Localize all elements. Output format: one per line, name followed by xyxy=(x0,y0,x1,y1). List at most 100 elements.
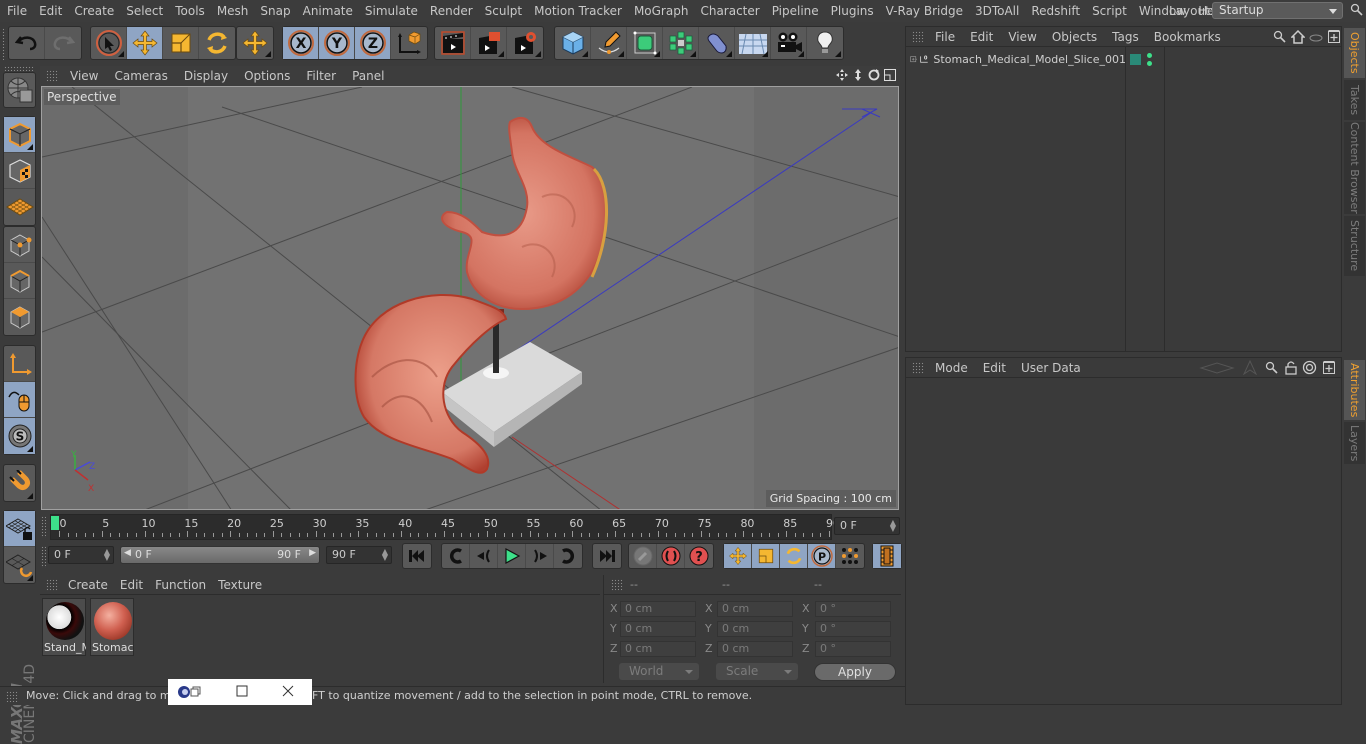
next-frame-button[interactable] xyxy=(526,544,554,568)
timeline-ruler[interactable]: 0 5 10 15 20 25 30 35 40 45 50 55 60 65 70 75 80 85 90 xyxy=(50,514,840,540)
coordinates-grip[interactable] xyxy=(611,579,623,591)
next-key-button[interactable] xyxy=(554,544,582,568)
polygons-mode-button[interactable] xyxy=(4,299,35,335)
viewport-menu-display[interactable]: Display xyxy=(176,69,236,83)
material-menu-edit[interactable]: Edit xyxy=(114,578,149,592)
light-button[interactable] xyxy=(807,27,843,59)
tweak-mode-button[interactable] xyxy=(4,382,35,418)
enable-axis-button[interactable] xyxy=(4,346,35,382)
transport-grip[interactable] xyxy=(41,546,46,568)
rotation-x-field[interactable]: 0 ° xyxy=(815,601,891,617)
z-axis-button[interactable]: Z xyxy=(355,27,391,59)
record-rotation-button[interactable] xyxy=(780,544,808,568)
material-stomach[interactable]: Stomach xyxy=(90,598,134,656)
record-position-button[interactable] xyxy=(724,544,752,568)
material-menu-texture[interactable]: Texture xyxy=(212,578,268,592)
record-help-button[interactable]: ? xyxy=(685,544,713,568)
playhead-marker[interactable] xyxy=(51,516,59,530)
menu-render[interactable]: Render xyxy=(423,4,478,18)
unlock-icon[interactable] xyxy=(1284,360,1298,375)
zoom-view-icon[interactable] xyxy=(851,68,865,82)
new-panel-icon[interactable] xyxy=(1327,29,1341,43)
object-menu-tags[interactable]: Tags xyxy=(1105,30,1147,44)
maximize-icon[interactable] xyxy=(236,685,248,697)
menu-sculpt[interactable]: Sculpt xyxy=(478,4,527,18)
menu-select[interactable]: Select xyxy=(119,4,168,18)
menu-3dtoall[interactable]: 3DToAll xyxy=(968,4,1024,18)
search-icon[interactable] xyxy=(1265,361,1279,375)
lock-workplane-button[interactable] xyxy=(4,511,35,547)
object-menu-grip[interactable] xyxy=(912,30,924,43)
menu-motion-tracker[interactable]: Motion Tracker xyxy=(527,4,627,18)
redo-button[interactable] xyxy=(45,27,81,59)
menu-tools[interactable]: Tools xyxy=(168,4,210,18)
viewport-menu-panel[interactable]: Panel xyxy=(344,69,392,83)
edges-mode-button[interactable] xyxy=(4,263,35,299)
x-axis-button[interactable]: X xyxy=(283,27,319,59)
menu-mograph[interactable]: MoGraph xyxy=(627,4,694,18)
texture-mode-button[interactable] xyxy=(4,153,35,189)
menu-edit[interactable]: Edit xyxy=(32,4,67,18)
live-selection-button[interactable] xyxy=(91,27,127,59)
tab-attributes[interactable]: Attributes xyxy=(1344,360,1365,420)
3d-viewport[interactable]: Y Z X Perspective Grid Spacing : 100 cm xyxy=(41,86,899,510)
object-name[interactable]: Stomach_Medical_Model_Slice_001 xyxy=(933,53,1126,66)
object-menu-edit[interactable]: Edit xyxy=(963,30,1001,44)
apply-button[interactable]: Apply xyxy=(814,663,896,681)
timeline-window-button[interactable] xyxy=(873,544,901,568)
viewport-menu-grip[interactable] xyxy=(46,70,58,82)
viewport-menu-view[interactable]: View xyxy=(62,69,106,83)
make-editable-button[interactable] xyxy=(4,73,35,107)
deformer-button[interactable] xyxy=(699,27,735,59)
coordinate-type-dropdown[interactable]: Scale xyxy=(716,663,798,680)
subdivision-button[interactable] xyxy=(627,27,663,59)
menu-plugins[interactable]: Plugins xyxy=(824,4,879,18)
layer-color-swatch[interactable] xyxy=(1130,54,1141,65)
tab-layers[interactable]: Layers xyxy=(1344,422,1365,464)
viewport-menu-filter[interactable]: Filter xyxy=(298,69,344,83)
up-arrow-icon[interactable] xyxy=(1243,360,1257,375)
object-menu-file[interactable]: File xyxy=(928,30,963,44)
object-menu-objects[interactable]: Objects xyxy=(1045,30,1105,44)
align-workplane-button[interactable] xyxy=(4,547,35,583)
position-y-field[interactable]: 0 cm xyxy=(620,621,696,637)
menu-animate[interactable]: Animate xyxy=(296,4,358,18)
floor-button[interactable] xyxy=(735,27,771,59)
model-mode-button[interactable] xyxy=(4,117,35,153)
cloner-button[interactable] xyxy=(663,27,699,59)
new-panel-icon[interactable] xyxy=(1322,360,1336,374)
record-points-button[interactable] xyxy=(836,544,864,568)
material-menu-create[interactable]: Create xyxy=(62,578,114,592)
tab-structure[interactable]: Structure xyxy=(1344,216,1365,276)
viewport-menu-cameras[interactable]: Cameras xyxy=(106,69,175,83)
position-z-field[interactable]: 0 cm xyxy=(620,641,696,657)
object-menu-bookmarks[interactable]: Bookmarks xyxy=(1147,30,1229,44)
render-view-button[interactable] xyxy=(435,27,471,59)
tab-objects[interactable]: Objects xyxy=(1344,28,1365,78)
rotation-y-field[interactable]: 0 ° xyxy=(815,621,891,637)
home-icon[interactable] xyxy=(1291,30,1305,44)
record-scale-button[interactable] xyxy=(752,544,780,568)
solo-button[interactable]: S xyxy=(4,418,35,454)
prev-frame-button[interactable] xyxy=(470,544,498,568)
search-icon[interactable] xyxy=(1273,30,1287,44)
goto-start-button[interactable] xyxy=(403,544,431,568)
rotate-view-icon[interactable] xyxy=(867,68,881,82)
pen-button[interactable] xyxy=(591,27,627,59)
points-mode-button[interactable] xyxy=(4,227,35,263)
menu-pipeline[interactable]: Pipeline xyxy=(765,4,824,18)
render-settings-button[interactable] xyxy=(507,27,543,59)
menu-snap[interactable]: Snap xyxy=(253,4,295,18)
menu-character[interactable]: Character xyxy=(693,4,764,18)
tab-content-browser[interactable]: Content Browser xyxy=(1344,122,1365,214)
object-menu-view[interactable]: View xyxy=(1001,30,1044,44)
close-icon[interactable] xyxy=(282,685,294,697)
expand-icon[interactable] xyxy=(910,54,918,65)
menu-vray-bridge[interactable]: V-Ray Bridge xyxy=(879,4,968,18)
autokey-button[interactable] xyxy=(657,544,685,568)
size-x-field[interactable]: 0 cm xyxy=(717,601,793,617)
tab-takes[interactable]: Takes xyxy=(1344,80,1365,120)
attribute-menu-grip[interactable] xyxy=(912,361,924,374)
end-frame-field[interactable]: 90 F ▲ ▼ xyxy=(326,546,392,564)
attribute-menu-user-data[interactable]: User Data xyxy=(1014,361,1089,375)
